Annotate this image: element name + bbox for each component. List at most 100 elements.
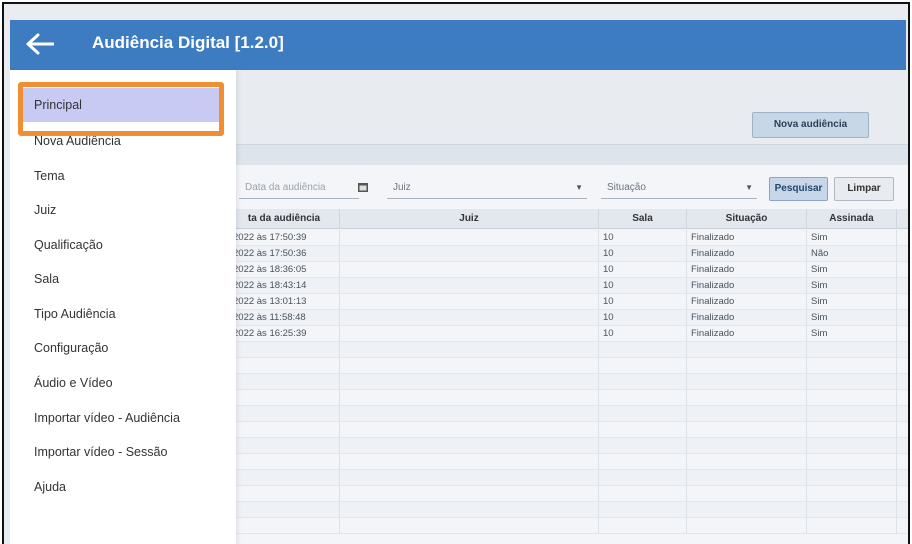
table-row[interactable]: 2022 às 18:43:14 10 Finalizado Sim: [229, 278, 908, 294]
signed-cell: [807, 438, 897, 454]
room-cell: [599, 374, 687, 390]
title-bar: Audiência Digital [1.2.0]: [10, 20, 906, 70]
judge-cell: [340, 262, 599, 278]
table-row[interactable]: [229, 422, 908, 438]
app-title: Audiência Digital [1.2.0]: [92, 33, 284, 52]
room-cell: [599, 422, 687, 438]
column-header-date[interactable]: ta da audiência: [229, 209, 340, 229]
room-cell: [599, 390, 687, 406]
table-row[interactable]: [229, 390, 908, 406]
table-row[interactable]: 2022 às 11:58:48 10 Finalizado Sim: [229, 310, 908, 326]
menu-item[interactable]: Nova Audiência: [10, 127, 236, 155]
signed-cell: Sim: [807, 326, 897, 342]
status-cell: [687, 406, 807, 422]
date-filter-input[interactable]: Data da audiência: [239, 177, 359, 199]
table-row[interactable]: [229, 454, 908, 470]
signed-cell: Sim: [807, 294, 897, 310]
back-arrow-icon[interactable]: [26, 32, 54, 56]
room-cell: [599, 406, 687, 422]
search-button[interactable]: Pesquisar: [769, 177, 828, 201]
date-cell: 2022 às 17:50:36: [229, 246, 340, 262]
menu-item[interactable]: Tipo Audiência: [10, 300, 236, 328]
table-row[interactable]: 2022 às 13:01:13 10 Finalizado Sim: [229, 294, 908, 310]
date-cell: 2022 às 17:50:39: [229, 230, 340, 246]
column-header-room[interactable]: Sala: [599, 209, 687, 229]
judge-cell: [340, 230, 599, 246]
clear-button[interactable]: Limpar: [834, 177, 894, 201]
room-cell: 10: [599, 230, 687, 246]
judge-cell: [340, 310, 599, 326]
judge-cell: [340, 518, 599, 534]
chevron-down-icon: ▼: [575, 183, 583, 192]
table-row[interactable]: [229, 406, 908, 422]
status-cell: Finalizado: [687, 262, 807, 278]
status-cell: Finalizado: [687, 310, 807, 326]
date-cell: 2022 às 18:43:14: [229, 278, 340, 294]
signed-cell: Sim: [807, 262, 897, 278]
table-row[interactable]: [229, 502, 908, 518]
date-cell: 2022 às 11:58:48: [229, 310, 340, 326]
judge-cell: [340, 294, 599, 310]
table-row[interactable]: [229, 374, 908, 390]
date-cell: [229, 342, 340, 358]
judge-cell: [340, 342, 599, 358]
judge-cell: [340, 502, 599, 518]
signed-cell: [807, 358, 897, 374]
new-hearing-button[interactable]: Nova audiência: [752, 112, 869, 138]
menu-item[interactable]: Juiz: [10, 196, 236, 224]
signed-cell: [807, 470, 897, 486]
app-window: Audiência Digital [1.2.0] Nova audiência…: [2, 2, 910, 544]
column-header-status[interactable]: Situação: [687, 209, 807, 229]
table-row[interactable]: [229, 518, 908, 534]
table-row[interactable]: [229, 470, 908, 486]
judge-cell: [340, 486, 599, 502]
table-row[interactable]: [229, 486, 908, 502]
status-select[interactable]: Situação ▼: [601, 177, 757, 199]
menu-item[interactable]: Ajuda: [10, 473, 236, 501]
date-cell: [229, 374, 340, 390]
judge-cell: [340, 438, 599, 454]
table-row[interactable]: [229, 438, 908, 454]
menu-item[interactable]: Configuração: [10, 334, 236, 362]
date-cell: [229, 454, 340, 470]
menu-item[interactable]: Importar vídeo - Sessão: [10, 438, 236, 466]
judge-cell: [340, 374, 599, 390]
column-header-signed[interactable]: Assinada: [807, 209, 897, 229]
signed-cell: Sim: [807, 278, 897, 294]
menu-item[interactable]: Qualificação: [10, 231, 236, 259]
panel-header: [229, 145, 908, 165]
room-cell: [599, 470, 687, 486]
room-cell: [599, 358, 687, 374]
status-cell: [687, 390, 807, 406]
calendar-icon[interactable]: [357, 181, 369, 193]
room-cell: 10: [599, 262, 687, 278]
table-row[interactable]: 2022 às 16:25:39 10 Finalizado Sim: [229, 326, 908, 342]
status-cell: [687, 518, 807, 534]
table-row[interactable]: 2022 às 18:36:05 10 Finalizado Sim: [229, 262, 908, 278]
column-header-judge[interactable]: Juiz: [340, 209, 599, 229]
status-cell: [687, 374, 807, 390]
side-menu: Principal Nova Audiência Tema Juiz Qualifica…: [10, 70, 236, 544]
menu-item[interactable]: Sala: [10, 265, 236, 293]
judge-cell: [340, 278, 599, 294]
table-row[interactable]: 2022 às 17:50:39 10 Finalizado Sim: [229, 230, 908, 246]
table-row[interactable]: [229, 342, 908, 358]
judge-select-value: Juiz: [393, 182, 411, 193]
judge-cell: [340, 358, 599, 374]
signed-cell: [807, 342, 897, 358]
status-cell: [687, 358, 807, 374]
table-row[interactable]: [229, 358, 908, 374]
signed-cell: [807, 374, 897, 390]
menu-item[interactable]: Tema: [10, 162, 236, 190]
signed-cell: [807, 518, 897, 534]
date-cell: [229, 470, 340, 486]
judge-select[interactable]: Juiz ▼: [387, 177, 587, 199]
room-cell: [599, 518, 687, 534]
menu-item[interactable]: Principal: [20, 88, 220, 122]
menu-item[interactable]: Importar vídeo - Audiência: [10, 404, 236, 432]
room-cell: [599, 502, 687, 518]
status-cell: [687, 470, 807, 486]
menu-item[interactable]: Áudio e Vídeo: [10, 369, 236, 397]
table-row[interactable]: 2022 às 17:50:36 10 Finalizado Não: [229, 246, 908, 262]
judge-cell: [340, 326, 599, 342]
